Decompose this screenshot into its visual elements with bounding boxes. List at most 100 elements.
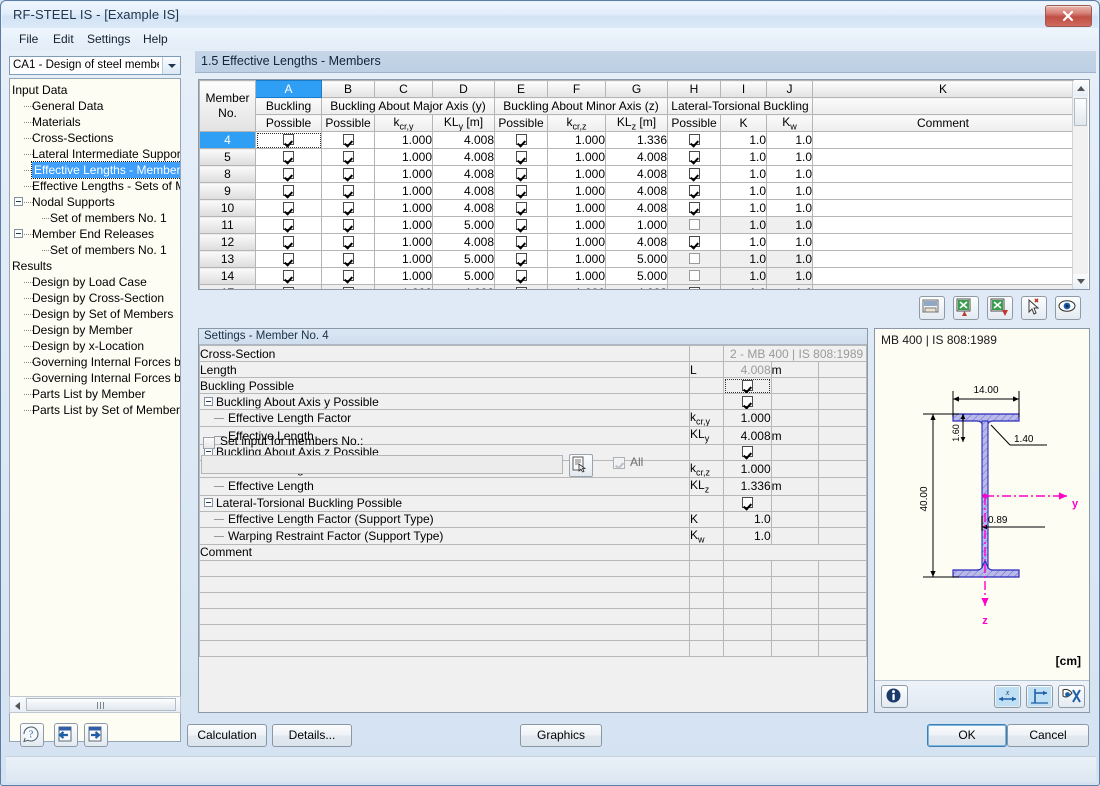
- cell-klz[interactable]: 4.008: [605, 182, 668, 201]
- cell-k-factor[interactable]: 1.0: [720, 250, 767, 269]
- cell-k-factor[interactable]: 1.0: [720, 216, 767, 235]
- cell-buckling-z-possible[interactable]: [494, 267, 548, 286]
- cell-buckling-possible[interactable]: [255, 182, 322, 201]
- cell-buckling-y-possible[interactable]: [321, 233, 375, 252]
- buckling-y-possible[interactable]: [342, 202, 354, 214]
- cell-ltb-possible[interactable]: [667, 148, 721, 167]
- cell-klz[interactable]: 5.000: [605, 250, 668, 269]
- settings-row[interactable]: [199, 623, 867, 641]
- settings-value-cell[interactable]: [723, 377, 772, 394]
- buckling-y-possible[interactable]: [342, 236, 354, 248]
- cancel-button[interactable]: Cancel: [1007, 724, 1089, 747]
- row-header[interactable]: 13: [199, 250, 256, 269]
- scroll-up-arrow[interactable]: [1073, 81, 1088, 96]
- cell-k-factor[interactable]: 1.0: [720, 131, 767, 150]
- settings-value-cell[interactable]: [723, 494, 772, 512]
- cell-ltb-possible[interactable]: [667, 233, 721, 252]
- cell-ltb-possible[interactable]: [667, 182, 721, 201]
- cell-kcry[interactable]: 1.000: [374, 165, 433, 184]
- buckling-y-possible[interactable]: [342, 270, 354, 282]
- cell-k-factor[interactable]: 1.0: [720, 267, 767, 286]
- cell-ltb-possible[interactable]: [667, 199, 721, 218]
- show-dimensions-x-button[interactable]: x: [994, 685, 1021, 708]
- ltb-possible[interactable]: [688, 219, 700, 231]
- cell-kly[interactable]: 5.000: [432, 250, 495, 269]
- settings-row[interactable]: [199, 575, 867, 593]
- ok-button[interactable]: OK: [927, 724, 1007, 747]
- settings-checkbox[interactable]: [741, 497, 753, 509]
- cell-klz[interactable]: 4.008: [605, 165, 668, 184]
- cell-kly[interactable]: 4.008: [432, 233, 495, 252]
- import-from-excel-button[interactable]: [953, 296, 979, 320]
- menu-file[interactable]: File: [12, 31, 45, 47]
- buckling-y-possible[interactable]: [342, 151, 354, 163]
- sidebar-item-parts-list-by-member[interactable]: Parts List by Member: [32, 386, 145, 402]
- cell-buckling-possible[interactable]: [255, 165, 322, 184]
- column-header-K[interactable]: K: [812, 80, 1074, 98]
- buckling-possible[interactable]: [283, 236, 294, 248]
- cell-buckling-possible[interactable]: [255, 250, 322, 269]
- chevron-down-icon[interactable]: [162, 57, 180, 74]
- cell-klz[interactable]: 4.008: [605, 199, 668, 218]
- row-header[interactable]: 5: [199, 148, 256, 167]
- cell-buckling-possible[interactable]: [255, 199, 322, 218]
- next-button[interactable]: [84, 723, 108, 747]
- row-header[interactable]: 8: [199, 165, 256, 184]
- cell-kw-factor[interactable]: 1.0: [766, 165, 813, 184]
- buckling-z-possible[interactable]: [515, 168, 527, 180]
- tree-expander[interactable]: [14, 197, 23, 206]
- cell-k-factor[interactable]: 1.0: [720, 284, 767, 289]
- scroll-thumb[interactable]: [1074, 98, 1087, 126]
- buckling-z-possible[interactable]: [515, 253, 527, 265]
- ltb-possible[interactable]: [688, 253, 700, 265]
- cell-buckling-possible[interactable]: [255, 216, 322, 235]
- buckling-possible[interactable]: [283, 253, 294, 265]
- cell-comment[interactable]: [812, 284, 1074, 289]
- cell-buckling-y-possible[interactable]: [321, 165, 375, 184]
- row-header[interactable]: 14: [199, 267, 256, 286]
- column-header-C[interactable]: C: [374, 80, 433, 98]
- cell-kly[interactable]: 4.008: [432, 165, 495, 184]
- buckling-possible[interactable]: [283, 287, 294, 289]
- cell-buckling-possible[interactable]: [255, 148, 322, 167]
- buckling-z-possible[interactable]: [515, 270, 527, 282]
- cell-kcrz[interactable]: 1.000: [547, 250, 606, 269]
- settings-row[interactable]: Warping Restraint Factor (Support Type) K…: [199, 526, 867, 545]
- table-row[interactable]: 5 1.000 4.008 1.000 4.008 1.0 1.0: [199, 148, 1074, 167]
- cell-kcrz[interactable]: 1.000: [547, 199, 606, 218]
- scroll-left-arrow[interactable]: [10, 697, 25, 712]
- sidebar-item-set-of-members-no-1[interactable]: Set of members No. 1: [50, 210, 167, 226]
- column-header-F[interactable]: F: [547, 80, 606, 98]
- close-window-button[interactable]: [1045, 5, 1092, 27]
- cell-buckling-y-possible[interactable]: [321, 284, 375, 289]
- cell-buckling-z-possible[interactable]: [494, 148, 548, 167]
- table-row[interactable]: 8 1.000 4.008 1.000 4.008 1.0 1.0: [199, 165, 1074, 184]
- cell-buckling-y-possible[interactable]: [321, 182, 375, 201]
- sidebar-item-materials[interactable]: Materials: [32, 114, 81, 130]
- cell-kcrz[interactable]: 1.000: [547, 182, 606, 201]
- settings-row[interactable]: [199, 591, 867, 609]
- cell-buckling-y-possible[interactable]: [321, 148, 375, 167]
- settings-row[interactable]: [199, 607, 867, 625]
- sidebar-item-parts-list-by-set-of-members[interactable]: Parts List by Set of Members: [32, 402, 180, 418]
- buckling-y-possible[interactable]: [342, 287, 354, 289]
- navigation-tree[interactable]: Input Data General Data Materials Cross-Sec…: [9, 78, 181, 742]
- row-expander[interactable]: [204, 396, 213, 406]
- settings-checkbox[interactable]: [741, 395, 753, 407]
- settings-row[interactable]: Length L 4.008 m: [199, 361, 867, 378]
- settings-row[interactable]: Effective Length Factor (Support Type) K 1…: [199, 510, 867, 528]
- buckling-y-possible[interactable]: [342, 134, 354, 146]
- cell-kcrz[interactable]: 1.000: [547, 233, 606, 252]
- buckling-possible[interactable]: [283, 185, 294, 197]
- cell-kw-factor[interactable]: 1.0: [766, 131, 813, 150]
- cell-kcry[interactable]: 1.000: [374, 284, 433, 289]
- cell-buckling-y-possible[interactable]: [321, 199, 375, 218]
- buckling-z-possible[interactable]: [515, 287, 527, 289]
- cell-buckling-z-possible[interactable]: [494, 131, 548, 150]
- buckling-z-possible[interactable]: [515, 236, 527, 248]
- cell-comment[interactable]: [812, 250, 1074, 269]
- buckling-z-possible[interactable]: [515, 134, 527, 146]
- cell-kw-factor[interactable]: 1.0: [766, 199, 813, 218]
- scroll-down-arrow[interactable]: [1073, 274, 1088, 289]
- settings-row[interactable]: Effective Length Factor kcr,y 1.000: [199, 408, 867, 428]
